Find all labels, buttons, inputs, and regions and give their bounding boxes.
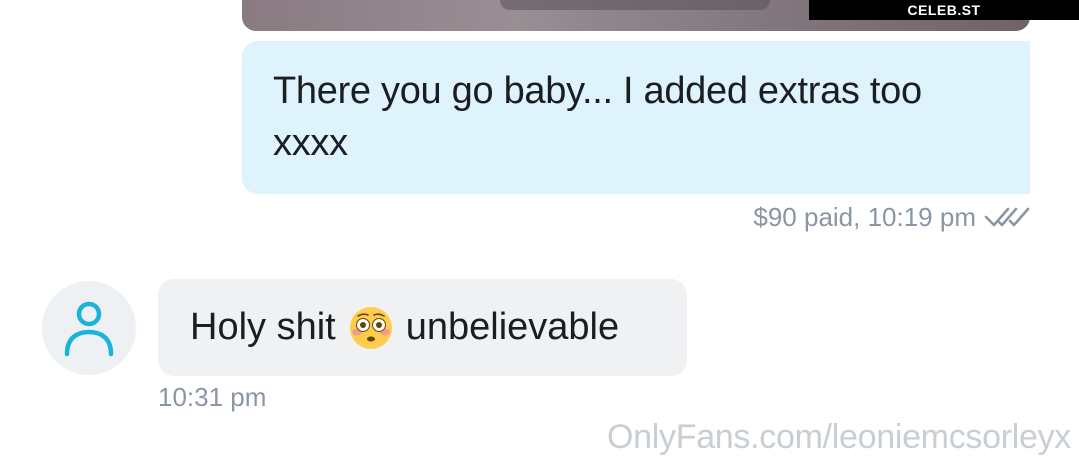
outgoing-message-price-time: $90 paid, 10:19 pm [753, 201, 976, 232]
incoming-message-time: 10:31 pm [158, 382, 267, 412]
flushed-face-emoji [349, 306, 392, 349]
user-icon [64, 301, 114, 357]
incoming-message-text-after: unbelievable [405, 306, 620, 348]
watermark-badge: CELEB.ST [809, 0, 1079, 20]
outgoing-message-meta: $90 paid, 10:19 pm [753, 200, 1030, 234]
outgoing-message-line-2: xxxx [273, 122, 348, 164]
chat-thread: CELEB.ST There you go baby... I added ex… [0, 0, 1079, 466]
media-overlay-bar [500, 0, 770, 10]
outgoing-message-line-1: There you go baby... I added extras too [273, 70, 922, 112]
outgoing-message-text: There you go baby... I added extras too … [273, 65, 1000, 169]
incoming-message-bubble[interactable]: Holy shit unbelievable [158, 279, 687, 376]
avatar[interactable] [42, 281, 136, 375]
site-watermark: OnlyFans.com/leoniemcsorleyx [607, 418, 1071, 456]
incoming-message-text-before: Holy shit [190, 306, 336, 348]
double-check-icon [984, 207, 1030, 227]
incoming-message-text: Holy shit unbelievable [190, 305, 619, 351]
outgoing-message-bubble[interactable]: There you go baby... I added extras too … [242, 41, 1030, 194]
